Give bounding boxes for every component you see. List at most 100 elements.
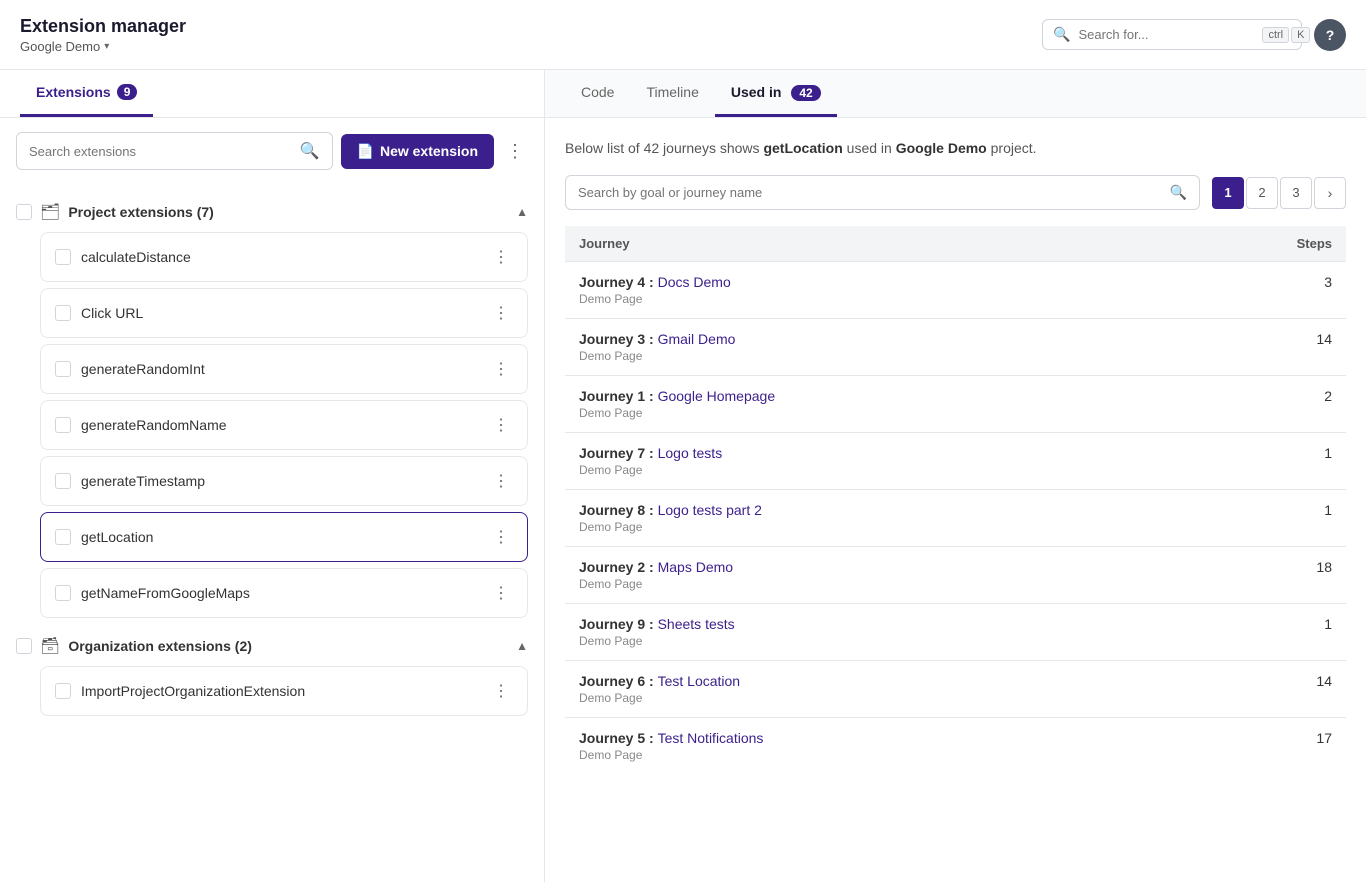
table-row[interactable]: Journey 1 : Google Homepage Demo Page 2 [565, 376, 1346, 433]
project-selector[interactable]: Google Demo ▾ [20, 39, 186, 54]
extensions-search-button[interactable]: 🔍 [300, 141, 320, 161]
ext-checkbox-getLocation[interactable] [55, 529, 71, 545]
ext-more-calculateDistance[interactable]: ⋮ [489, 245, 513, 269]
table-row[interactable]: Journey 9 : Sheets tests Demo Page 1 [565, 604, 1346, 661]
main-panel: Code Timeline Used in 42 Below list of 4… [545, 70, 1366, 882]
ext-item-importProjectOrgExt[interactable]: ImportProjectOrganizationExtension ⋮ [40, 666, 528, 716]
sidebar-toolbar: 🔍 📄 New extension ⋮ [0, 118, 544, 184]
page-2-button[interactable]: 2 [1246, 177, 1278, 209]
new-extension-button[interactable]: 📄 New extension [341, 134, 494, 169]
org-group-checkbox[interactable] [16, 638, 32, 654]
ext-item-getNameFromGoogleMaps[interactable]: getNameFromGoogleMaps ⋮ [40, 568, 528, 618]
journey-sub: Demo Page [579, 520, 1160, 534]
ext-name-generateTimestamp: generateTimestamp [81, 473, 479, 489]
ext-checkbox-getNameFromGoogleMaps[interactable] [55, 585, 71, 601]
ext-item-generateRandomInt[interactable]: generateRandomInt ⋮ [40, 344, 528, 394]
journey-title: Logo tests [658, 445, 723, 461]
page-3-button[interactable]: 3 [1280, 177, 1312, 209]
extensions-search-input[interactable] [29, 144, 292, 159]
more-options-button[interactable]: ⋮ [502, 137, 528, 166]
table-row[interactable]: Journey 6 : Test Location Demo Page 14 [565, 661, 1346, 718]
journey-title: Maps Demo [658, 559, 733, 575]
table-row[interactable]: Journey 4 : Docs Demo Demo Page 3 [565, 262, 1346, 319]
ext-more-getLocation[interactable]: ⋮ [489, 525, 513, 549]
project-group-checkbox[interactable] [16, 204, 32, 220]
journey-cell: Journey 9 : Sheets tests Demo Page [565, 604, 1174, 661]
ext-item-generateTimestamp[interactable]: generateTimestamp ⋮ [40, 456, 528, 506]
project-group-header[interactable]: 🗂 Project extensions (7) ▲ [16, 192, 528, 232]
ext-more-getNameFromGoogleMaps[interactable]: ⋮ [489, 581, 513, 605]
ext-checkbox-importProjectOrgExt[interactable] [55, 683, 71, 699]
tab-code[interactable]: Code [565, 70, 630, 117]
desc-fn: getLocation [763, 140, 842, 156]
ext-more-generateRandomName[interactable]: ⋮ [489, 413, 513, 437]
header-left: Extension manager Google Demo ▾ [20, 16, 186, 54]
extensions-search-box[interactable]: 🔍 [16, 132, 333, 170]
journey-sub: Demo Page [579, 577, 1160, 591]
ext-name-getNameFromGoogleMaps: getNameFromGoogleMaps [81, 585, 479, 601]
project-group-collapse[interactable]: ▲ [516, 205, 528, 219]
journey-name: Journey 8 : Logo tests part 2 [579, 502, 1160, 518]
table-row[interactable]: Journey 3 : Gmail Demo Demo Page 14 [565, 319, 1346, 376]
journey-search-input[interactable] [578, 185, 1162, 200]
journey-search-box[interactable]: 🔍 [565, 175, 1200, 210]
app-title: Extension manager [20, 16, 186, 37]
journey-title: Google Homepage [658, 388, 776, 404]
journey-name: Journey 3 : Gmail Demo [579, 331, 1160, 347]
ext-checkbox-calculateDistance[interactable] [55, 249, 71, 265]
journey-cell: Journey 5 : Test Notifications Demo Page [565, 718, 1174, 775]
table-row[interactable]: Journey 5 : Test Notifications Demo Page… [565, 718, 1346, 775]
journey-steps: 3 [1174, 262, 1346, 319]
used-in-description: Below list of 42 journeys shows getLocat… [565, 138, 1346, 159]
tab-extensions[interactable]: Extensions 9 [20, 70, 153, 117]
desc-pre: Below list of 42 journeys shows [565, 140, 763, 156]
col-journey-header: Journey [565, 226, 1174, 262]
ext-item-generateRandomName[interactable]: generateRandomName ⋮ [40, 400, 528, 450]
org-group-header[interactable]: 🗃 Organization extensions (2) ▲ [16, 626, 528, 666]
journey-cell: Journey 3 : Gmail Demo Demo Page [565, 319, 1174, 376]
help-button[interactable]: ? [1314, 19, 1346, 51]
table-row[interactable]: Journey 7 : Logo tests Demo Page 1 [565, 433, 1346, 490]
ext-more-generateTimestamp[interactable]: ⋮ [489, 469, 513, 493]
ext-name-generateRandomName: generateRandomName [81, 417, 479, 433]
journey-steps: 18 [1174, 547, 1346, 604]
ext-name-calculateDistance: calculateDistance [81, 249, 479, 265]
tab-used-in[interactable]: Used in 42 [715, 70, 837, 117]
ext-checkbox-clickURL[interactable] [55, 305, 71, 321]
ext-more-clickURL[interactable]: ⋮ [489, 301, 513, 325]
header-right: 🔍 ctrl K ? [1042, 19, 1346, 51]
ext-more-generateRandomInt[interactable]: ⋮ [489, 357, 513, 381]
journey-cell: Journey 6 : Test Location Demo Page [565, 661, 1174, 718]
ext-item-calculateDistance[interactable]: calculateDistance ⋮ [40, 232, 528, 282]
journey-table: Journey Steps Journey 4 : Docs Demo Demo… [565, 226, 1346, 774]
global-search-box[interactable]: 🔍 ctrl K [1042, 19, 1302, 50]
ext-more-importProjectOrgExt[interactable]: ⋮ [489, 679, 513, 703]
ext-checkbox-generateRandomInt[interactable] [55, 361, 71, 377]
ext-item-getLocation[interactable]: getLocation ⋮ [40, 512, 528, 562]
org-group-icon: 🗃 [40, 636, 60, 656]
ext-item-clickURL[interactable]: Click URL ⋮ [40, 288, 528, 338]
search-kbd-hint: ctrl K [1262, 27, 1310, 43]
journey-cell: Journey 2 : Maps Demo Demo Page [565, 547, 1174, 604]
page-1-button[interactable]: 1 [1212, 177, 1244, 209]
journey-steps: 2 [1174, 376, 1346, 433]
table-row[interactable]: Journey 2 : Maps Demo Demo Page 18 [565, 547, 1346, 604]
journey-cell: Journey 1 : Google Homepage Demo Page [565, 376, 1174, 433]
journey-steps: 1 [1174, 433, 1346, 490]
project-extensions-group: 🗂 Project extensions (7) ▲ calculateDist… [16, 192, 528, 618]
ext-checkbox-generateRandomName[interactable] [55, 417, 71, 433]
journey-cell: Journey 4 : Docs Demo Demo Page [565, 262, 1174, 319]
tab-timeline[interactable]: Timeline [630, 70, 714, 117]
new-ext-label: New extension [380, 143, 478, 159]
page-next-button[interactable]: › [1314, 177, 1346, 209]
journey-title: Test Location [658, 673, 741, 689]
journey-name: Journey 5 : Test Notifications [579, 730, 1160, 746]
journey-steps: 1 [1174, 604, 1346, 661]
new-ext-icon: 📄 [357, 143, 374, 160]
kbd-k: K [1291, 27, 1310, 43]
global-search-input[interactable] [1078, 27, 1254, 42]
search-icon: 🔍 [1053, 26, 1070, 43]
table-row[interactable]: Journey 8 : Logo tests part 2 Demo Page … [565, 490, 1346, 547]
org-group-collapse[interactable]: ▲ [516, 639, 528, 653]
ext-checkbox-generateTimestamp[interactable] [55, 473, 71, 489]
